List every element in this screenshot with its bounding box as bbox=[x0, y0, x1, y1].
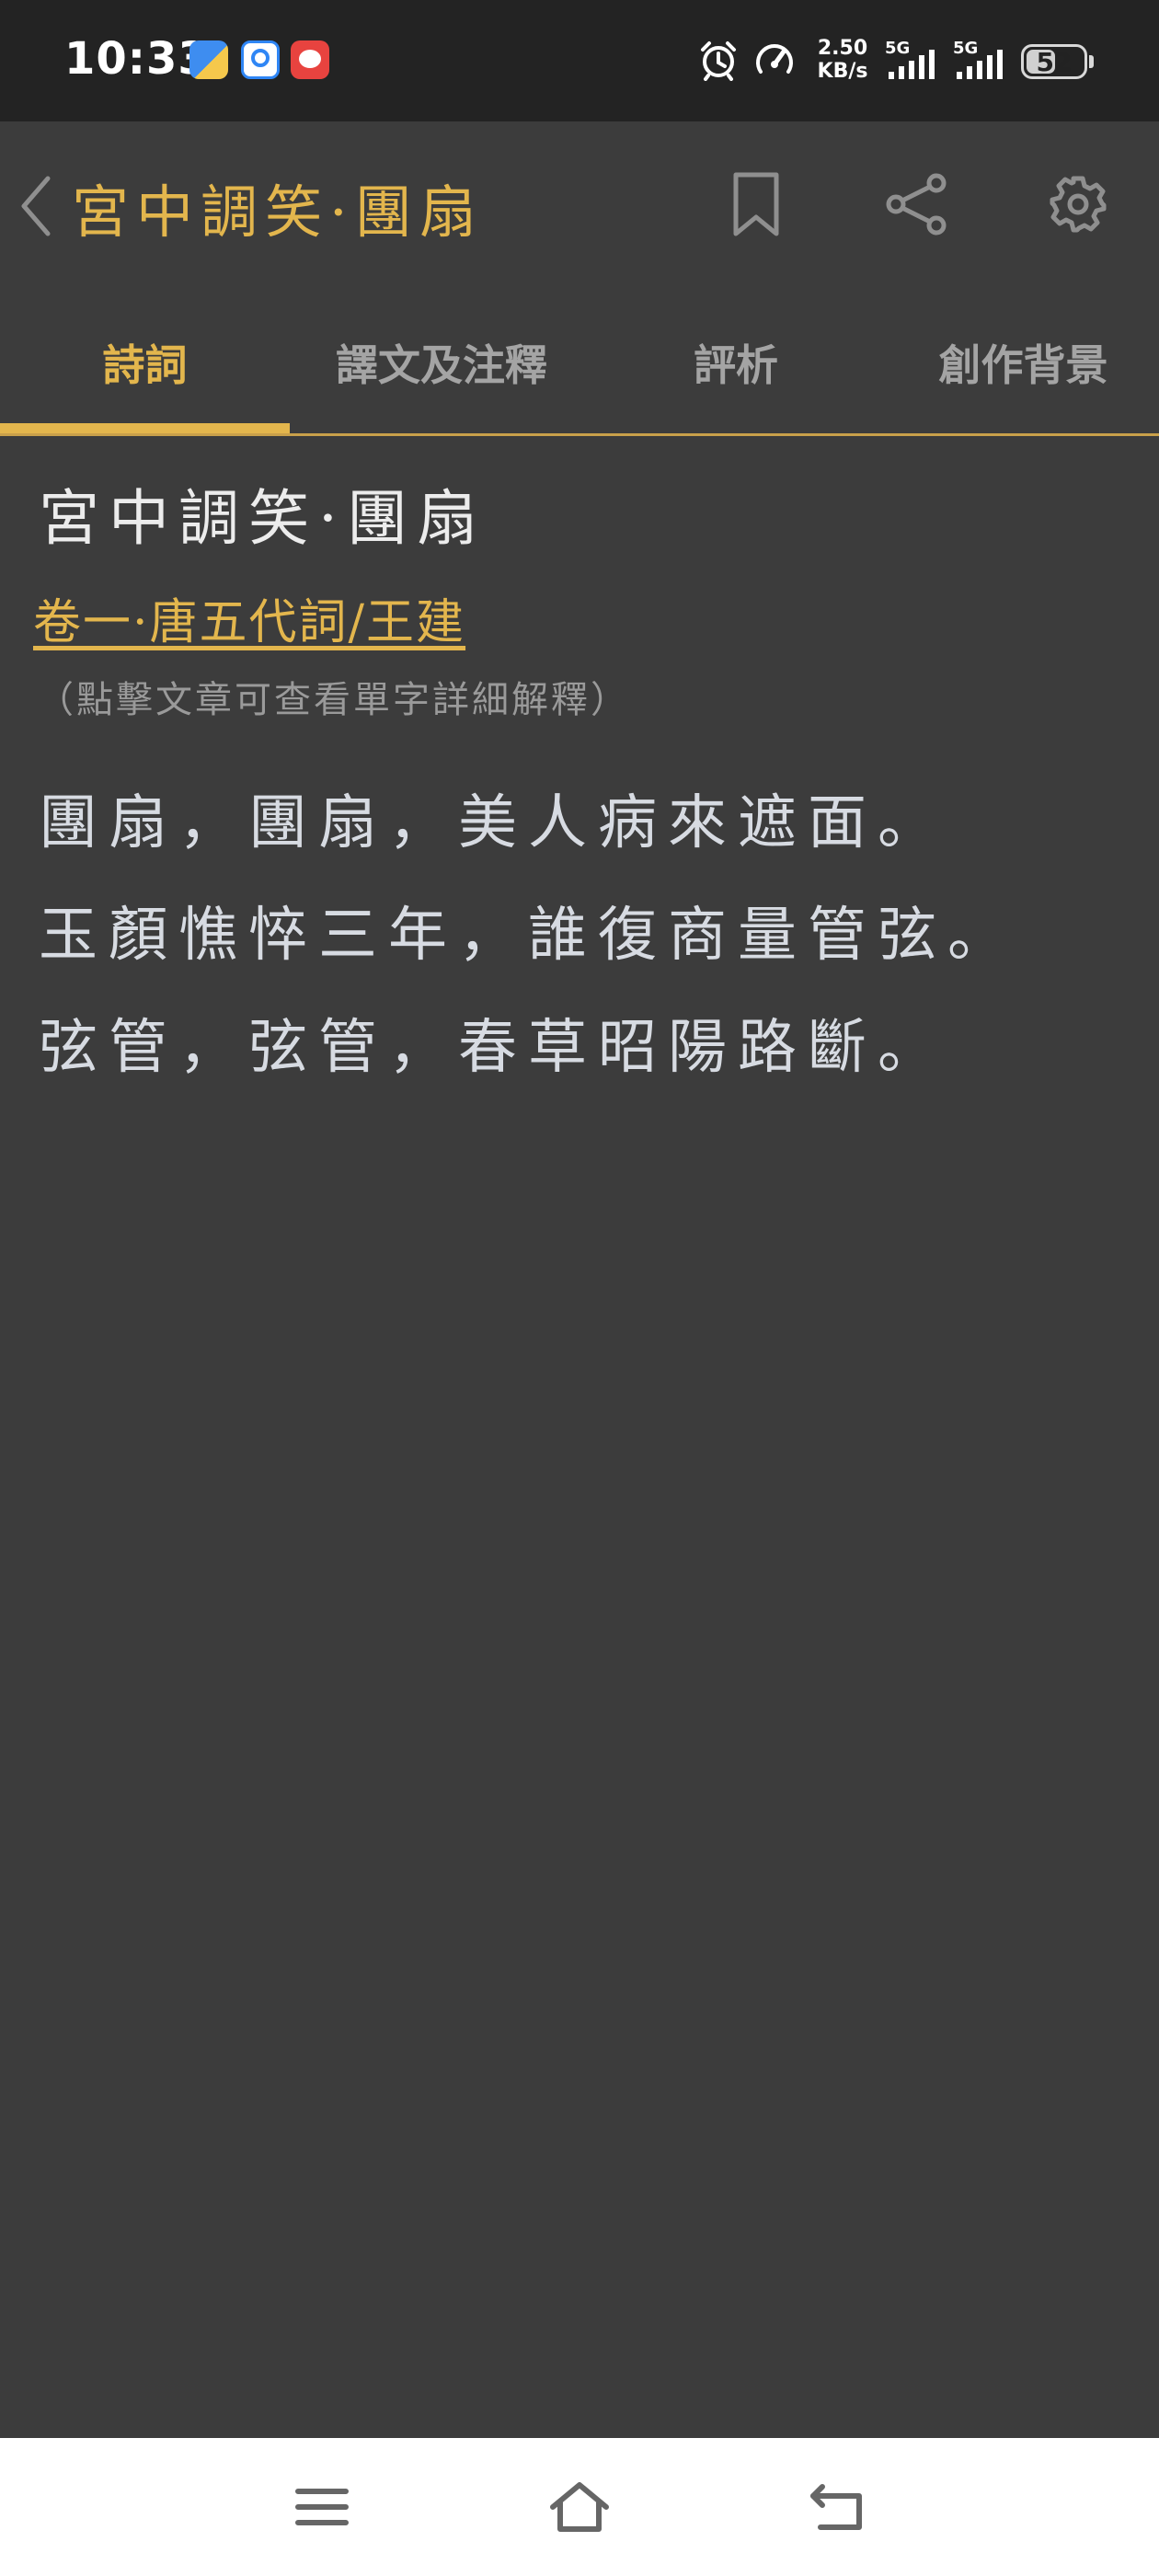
poem-title: 宮中調笑·團扇 bbox=[39, 483, 487, 554]
tab-divider bbox=[0, 433, 1159, 436]
poem-source-link[interactable]: 卷一·唐五代詞/王建 bbox=[33, 583, 465, 652]
bookmark-icon bbox=[733, 172, 779, 236]
poem-body[interactable]: 團扇，團扇，美人病來遮面。 玉顏憔悴三年，誰復商量管弦。 弦管，弦管，春草昭陽路… bbox=[39, 767, 1115, 1104]
signal-icon bbox=[889, 50, 935, 79]
home-icon bbox=[550, 2482, 609, 2532]
app-notification-icon bbox=[241, 40, 280, 79]
tab-poem[interactable]: 詩詞 bbox=[0, 313, 290, 412]
back-chevron-icon bbox=[21, 176, 51, 236]
tab-analysis[interactable]: 評析 bbox=[593, 313, 878, 412]
alarm-icon bbox=[701, 41, 736, 81]
poem-sentence[interactable]: 弦管，弦管，春草昭陽路斷。 bbox=[39, 1014, 947, 1082]
status-bar: 10:33 2.50 KB/s 5G 5G 52 bbox=[0, 0, 1159, 121]
speedometer-icon bbox=[756, 44, 793, 74]
network-speed-unit: KB/s bbox=[817, 60, 868, 83]
network-speed: 2.50 KB/s bbox=[809, 37, 876, 83]
system-nav-bar bbox=[0, 2438, 1159, 2576]
battery-icon: 52 bbox=[1021, 44, 1087, 79]
poem-sentence[interactable]: 玉顏憔悴三年，誰復商量管弦。 bbox=[39, 902, 1017, 970]
status-indicators: 2.50 KB/s 5G 5G 52 bbox=[681, 0, 1159, 121]
gear-icon bbox=[1050, 176, 1107, 233]
menu-button[interactable] bbox=[285, 2475, 359, 2539]
battery-tip bbox=[1089, 55, 1094, 68]
home-button[interactable] bbox=[543, 2475, 616, 2539]
tab-translation[interactable]: 譯文及注釋 bbox=[290, 313, 593, 412]
app-notification-icon bbox=[291, 40, 329, 79]
settings-button[interactable] bbox=[1041, 167, 1115, 241]
menu-icon bbox=[295, 2489, 349, 2525]
app-notification-icon bbox=[189, 40, 228, 79]
back-nav-button[interactable] bbox=[800, 2475, 874, 2539]
tab-background[interactable]: 創作背景 bbox=[878, 313, 1159, 412]
share-icon bbox=[886, 173, 947, 236]
signal-icon bbox=[957, 50, 1003, 79]
poem-sentence[interactable]: 團扇，團扇，美人病來遮面。 bbox=[39, 789, 947, 857]
page-title: 宮中調笑·團扇 bbox=[72, 178, 484, 246]
share-button[interactable] bbox=[879, 167, 953, 241]
battery-level: 52 bbox=[1036, 46, 1073, 77]
tab-bar: 詩詞 譯文及注釋 評析 創作背景 bbox=[0, 313, 1159, 434]
poem-hint: （點擊文章可查看單字詳細解釋） bbox=[37, 679, 630, 721]
app-header: 宮中調笑·團扇 bbox=[0, 121, 1159, 287]
bookmark-button[interactable] bbox=[719, 167, 793, 241]
network-speed-value: 2.50 bbox=[817, 37, 868, 60]
back-icon bbox=[810, 2484, 862, 2530]
back-button[interactable] bbox=[13, 169, 59, 243]
status-time: 10:33 bbox=[64, 33, 210, 85]
